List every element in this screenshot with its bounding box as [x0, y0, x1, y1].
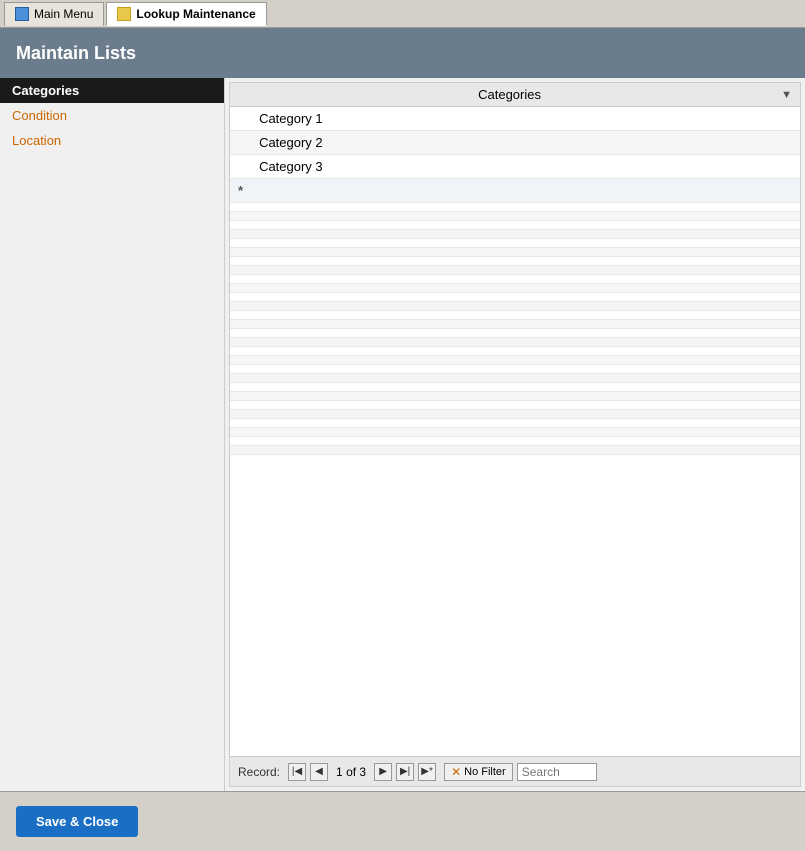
row-marker-3: [230, 155, 251, 179]
no-filter-label: No Filter: [464, 766, 506, 778]
table-row: [230, 347, 800, 356]
table-row: [230, 230, 800, 239]
total-records: 3: [359, 765, 366, 779]
table-row: [230, 392, 800, 401]
lookup-icon: [117, 7, 131, 21]
table-row: [230, 284, 800, 293]
navigation-bar: Record: |◀ ◀ 1 of 3 ▶ ▶| ▶* ✕ No Filter: [230, 756, 800, 786]
tab-lookup-maintenance[interactable]: Lookup Maintenance: [106, 2, 266, 26]
table-row: [230, 365, 800, 374]
table-row: [230, 275, 800, 284]
filter-icon: ✕: [451, 765, 461, 779]
table-row: [230, 320, 800, 329]
sidebar-item-location-label: Location: [12, 133, 61, 148]
table-row: [230, 383, 800, 392]
table-cell-3[interactable]: Category 3: [251, 155, 800, 179]
record-label: Record:: [238, 765, 280, 779]
table-row: [230, 239, 800, 248]
table-cell-2[interactable]: Category 2: [251, 131, 800, 155]
right-panel: Categories ▼ Category 1 Category 2: [229, 82, 801, 787]
bottom-bar: Save & Close: [0, 791, 805, 851]
no-filter-button[interactable]: ✕ No Filter: [444, 763, 513, 781]
table-row: [230, 401, 800, 410]
current-record: 1: [336, 765, 343, 779]
table-row: [230, 212, 800, 221]
save-close-button[interactable]: Save & Close: [16, 806, 138, 837]
tab-main-menu-label: Main Menu: [34, 7, 93, 21]
row-marker-1: [230, 107, 251, 131]
sidebar-item-categories-label: Categories: [12, 83, 79, 98]
page-header: Maintain Lists: [0, 28, 805, 78]
dropdown-arrow-icon[interactable]: ▼: [781, 89, 792, 101]
table-row: [230, 428, 800, 437]
table-row: [230, 419, 800, 428]
nav-first-button[interactable]: |◀: [288, 763, 306, 781]
sidebar-item-condition-label: Condition: [12, 108, 67, 123]
table-row[interactable]: Category 1: [230, 107, 800, 131]
table-row: [230, 221, 800, 230]
nav-last-button[interactable]: ▶|: [396, 763, 414, 781]
table-area[interactable]: Category 1 Category 2 Category 3 *: [230, 107, 800, 756]
table-row: [230, 338, 800, 347]
table-row: [230, 410, 800, 419]
table-row: [230, 446, 800, 455]
row-marker-2: [230, 131, 251, 155]
tab-main-menu[interactable]: Main Menu: [4, 2, 104, 26]
page-title: Maintain Lists: [16, 43, 136, 64]
table-row[interactable]: Category 3: [230, 155, 800, 179]
table-row: [230, 302, 800, 311]
sidebar-item-location[interactable]: Location: [0, 128, 224, 153]
table-row[interactable]: Category 2: [230, 131, 800, 155]
sidebar-item-categories[interactable]: Categories: [0, 78, 224, 103]
table-row: [230, 329, 800, 338]
sidebar-item-condition[interactable]: Condition: [0, 103, 224, 128]
nav-next-button[interactable]: ▶: [374, 763, 392, 781]
nav-new-button[interactable]: ▶*: [418, 763, 436, 781]
table-header: Categories ▼: [230, 83, 800, 107]
new-row-marker: *: [230, 179, 251, 203]
table-row: [230, 437, 800, 446]
table-row: [230, 293, 800, 302]
new-row[interactable]: *: [230, 179, 800, 203]
table-row: [230, 248, 800, 257]
table-row: [230, 356, 800, 365]
search-input[interactable]: [517, 763, 597, 781]
main-menu-icon: [15, 7, 29, 21]
sidebar: Categories Condition Location: [0, 78, 225, 791]
table-row: [230, 257, 800, 266]
tab-bar: Main Menu Lookup Maintenance: [0, 0, 805, 28]
table-row: [230, 311, 800, 320]
nav-prev-button[interactable]: ◀: [310, 763, 328, 781]
table-row: [230, 203, 800, 212]
record-info: 1 of 3: [336, 765, 366, 779]
table-row: [230, 266, 800, 275]
table-row: [230, 374, 800, 383]
main-content: Categories Condition Location Categories…: [0, 78, 805, 791]
table-column-header: Categories: [238, 87, 781, 102]
new-row-cell[interactable]: [251, 179, 800, 203]
tab-lookup-maintenance-label: Lookup Maintenance: [136, 7, 255, 21]
of-label: of: [346, 765, 359, 779]
table-cell-1[interactable]: Category 1: [251, 107, 800, 131]
data-table: Category 1 Category 2 Category 3 *: [230, 107, 800, 455]
